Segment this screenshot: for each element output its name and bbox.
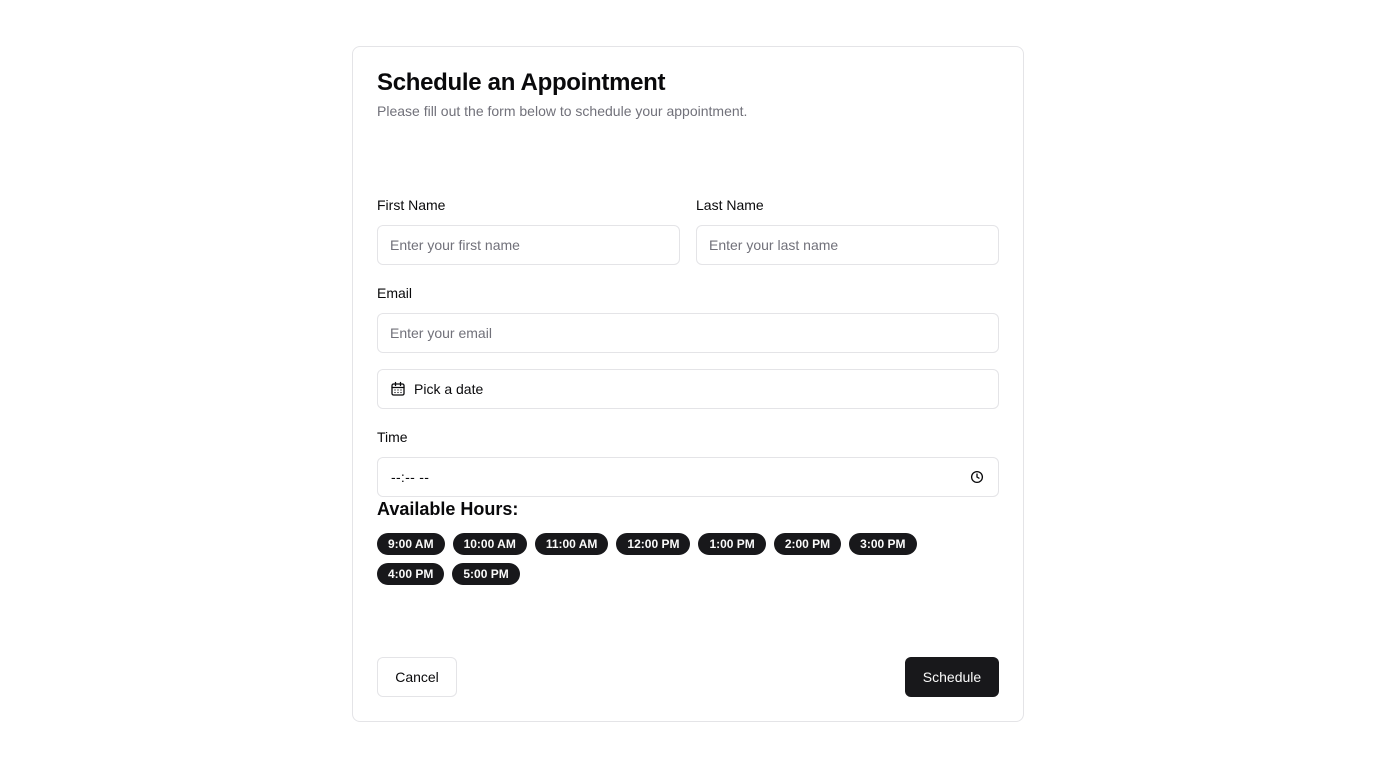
calendar-icon: [391, 381, 405, 396]
email-label: Email: [377, 285, 413, 301]
hour-chip[interactable]: 3:00 PM: [849, 533, 917, 555]
clock-icon[interactable]: [970, 470, 984, 484]
available-hours-heading: Available Hours:: [377, 499, 519, 519]
hour-chip[interactable]: 1:00 PM: [698, 533, 766, 555]
last-name-input[interactable]: [696, 225, 999, 265]
appointment-form-card: Schedule an Appointment Please fill out …: [352, 46, 1024, 722]
time-value: --:-- --: [391, 469, 430, 485]
time-label: Time: [377, 429, 408, 445]
hour-chip[interactable]: 11:00 AM: [534, 533, 609, 555]
time-input[interactable]: --:-- --: [377, 457, 999, 497]
hour-chip[interactable]: 9:00 AM: [377, 533, 445, 555]
form-subtitle: Please fill out the form below to schedu…: [377, 103, 748, 119]
date-picker-button[interactable]: Pick a date: [377, 369, 999, 409]
hour-chip[interactable]: 12:00 PM: [616, 533, 691, 555]
form-title: Schedule an Appointment: [377, 69, 666, 96]
date-picker-text: Pick a date: [414, 381, 484, 397]
hour-chip[interactable]: 5:00 PM: [452, 563, 520, 585]
first-name-input[interactable]: [377, 225, 680, 265]
hour-chip[interactable]: 4:00 PM: [377, 563, 445, 585]
hour-chip[interactable]: 10:00 AM: [452, 533, 527, 555]
first-name-label: First Name: [377, 197, 446, 213]
email-input[interactable]: [377, 313, 999, 353]
cancel-button[interactable]: Cancel: [377, 657, 457, 697]
last-name-label: Last Name: [696, 197, 764, 213]
schedule-button[interactable]: Schedule: [905, 657, 999, 697]
available-hours-list: 9:00 AM 10:00 AM 11:00 AM 12:00 PM 1:00 …: [377, 533, 977, 585]
hour-chip[interactable]: 2:00 PM: [773, 533, 842, 555]
